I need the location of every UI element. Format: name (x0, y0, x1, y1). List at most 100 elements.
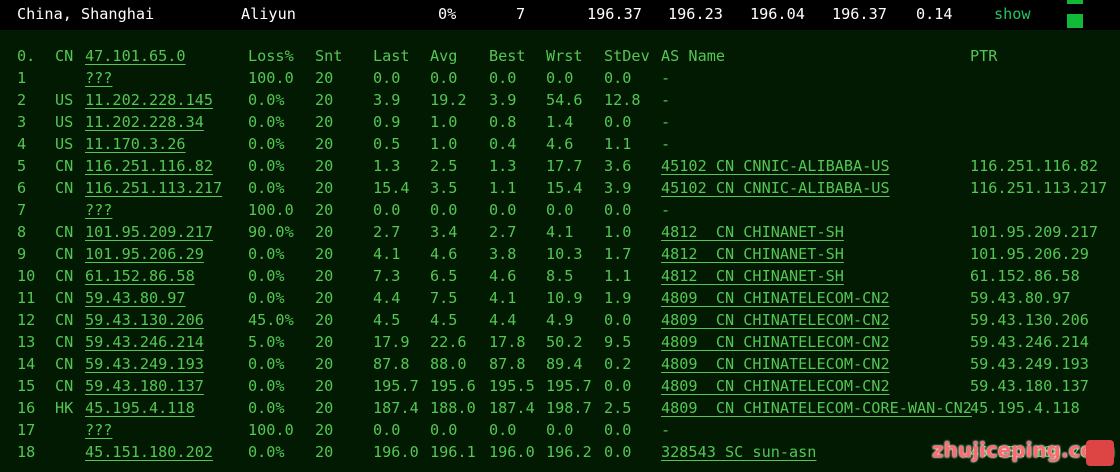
col-as-name: AS Name (661, 47, 726, 65)
hop-stdev: 1.1 (604, 267, 632, 285)
hop-best: 4.4 (489, 311, 517, 329)
hop-host-link[interactable]: 61.152.86.58 (85, 265, 195, 287)
hop-avg: 3.5 (430, 179, 458, 197)
hop-host-link[interactable]: 101.95.206.29 (85, 243, 204, 265)
hop-loss: 0.0% (248, 91, 285, 109)
hop-host-link[interactable]: ??? (85, 67, 112, 89)
hop-num: 13 (17, 333, 36, 351)
provider-label: Aliyun (241, 5, 296, 23)
hop-snt: 20 (315, 399, 334, 417)
hop-num: 6 (17, 179, 27, 197)
hop-loss: 5.0% (248, 333, 285, 351)
hop-snt: 20 (315, 157, 334, 175)
hop-as-link[interactable]: 328543 SC sun-asn (661, 441, 816, 463)
hop-host-link[interactable]: ??? (85, 199, 112, 221)
hop-wrst: 89.4 (546, 355, 583, 373)
hop-host-link[interactable]: 116.251.116.82 (85, 155, 213, 177)
hop-avg: 195.6 (430, 377, 476, 395)
hop-host-link[interactable]: 116.251.113.217 (85, 177, 222, 199)
hop-ptr: 101.95.206.29 (970, 245, 1089, 263)
hop-as-link[interactable]: 4812 CN CHINANET-SH (661, 221, 844, 243)
hop-host-link[interactable]: 59.43.249.193 (85, 353, 204, 375)
hop-ptr: 116.251.113.217 (970, 179, 1108, 197)
hop-num: 4 (17, 135, 27, 153)
hop-wrst: 10.3 (546, 245, 583, 263)
hop-wrst: 4.1 (546, 223, 574, 241)
hop-last: 15.4 (373, 179, 410, 197)
hop-as-link[interactable]: 4809 CN CHINATELECOM-CN2 (661, 353, 890, 375)
hop-as-link[interactable]: 45102 CN CNNIC-ALIBABA-US (661, 155, 890, 177)
location-label: China, Shanghai (17, 5, 155, 23)
hop-avg: 3.4 (430, 223, 458, 241)
hop-as: - (661, 69, 671, 87)
hop-host-link[interactable]: 59.43.180.137 (85, 375, 204, 397)
hop-row: 3 US 11.202.228.34 0.0% 20 0.9 1.0 0.8 1.4 0.0 - (0, 111, 1120, 133)
hop-loss: 0.0% (248, 289, 285, 307)
hop-row: 7??? 100.0 20 0.0 0.0 0.0 0.0 0.0 - (0, 199, 1120, 221)
hop-last: 0.0 (373, 201, 401, 219)
hop-snt: 20 (315, 267, 334, 285)
hop-host-link[interactable]: 11.202.228.34 (85, 111, 204, 133)
hop-wrst: 8.5 (546, 267, 574, 285)
hop-cc: US (55, 91, 74, 109)
hop-host-link[interactable]: 45.195.4.118 (85, 397, 195, 419)
hop-best: 3.9 (489, 91, 517, 109)
hop-stdev: 0.0 (604, 69, 632, 87)
hop-snt: 20 (315, 311, 334, 329)
loss-value: 0% (438, 5, 457, 23)
hop-avg: 4.6 (430, 245, 458, 263)
hop-ptr: 59.43.249.193 (970, 355, 1089, 373)
hop-as-link[interactable]: 4809 CN CHINATELECOM-CN2 (661, 375, 890, 397)
hop-wrst: 17.7 (546, 157, 583, 175)
hop-as-link[interactable]: 4809 CN CHINATELECOM-CORE-WAN-CN2 (661, 397, 972, 419)
hop-as-link[interactable]: 45102 CN CNNIC-ALIBABA-US (661, 177, 890, 199)
hop-host-link[interactable]: 11.202.228.145 (85, 89, 213, 111)
hop-wrst: 10.9 (546, 289, 583, 307)
hop-row: 2 US 11.202.228.145 0.0% 20 3.9 19.2 3.9 54.6 12.… (0, 89, 1120, 111)
hop-snt: 20 (315, 179, 334, 197)
hop-loss: 0.0% (248, 135, 285, 153)
hop-as-link[interactable]: 4809 CN CHINATELECOM-CN2 (661, 287, 890, 309)
hop-as-link[interactable]: 4809 CN CHINATELECOM-CN2 (661, 331, 890, 353)
hop-avg: 0.0 (430, 69, 458, 87)
hop-snt: 20 (315, 201, 334, 219)
hop-wrst: 50.2 (546, 333, 583, 351)
hop-stdev: 3.9 (604, 179, 632, 197)
hop-num: 14 (17, 355, 36, 373)
hop-wrst: 196.2 (546, 443, 592, 461)
hop-ptr: 59.43.180.137 (970, 377, 1089, 395)
hop-stdev: 0.0 (604, 201, 632, 219)
hop-as-link[interactable]: 4812 CN CHINANET-SH (661, 243, 844, 265)
hop-host-link[interactable]: ??? (85, 419, 112, 441)
hop-best: 4.1 (489, 289, 517, 307)
hop-host-link[interactable]: 11.170.3.26 (85, 133, 186, 155)
show-link[interactable]: show (994, 5, 1031, 23)
hop-host-link[interactable]: 45.151.180.202 (85, 441, 213, 463)
hop-snt: 20 (315, 223, 334, 241)
hop-last: 7.3 (373, 267, 401, 285)
hop-host-link[interactable]: 59.43.80.97 (85, 287, 186, 309)
hop-ptr: 59.43.130.206 (970, 311, 1089, 329)
hop-loss: 0.0% (248, 179, 285, 197)
hop-host-link[interactable]: 101.95.209.217 (85, 221, 213, 243)
hop-wrst: 15.4 (546, 179, 583, 197)
hop-as-link[interactable]: 4809 CN CHINATELECOM-CN2 (661, 309, 890, 331)
hop-row: 1??? 100.0 20 0.0 0.0 0.0 0.0 0.0 - (0, 67, 1120, 89)
hop-best: 2.7 (489, 223, 517, 241)
hop-avg: 1.0 (430, 113, 458, 131)
col-last: Last (373, 47, 410, 65)
hop-loss: 0.0% (248, 113, 285, 131)
origin-host-link[interactable]: 47.101.65.0 (85, 45, 186, 67)
hop-best: 17.8 (489, 333, 526, 351)
hop-num: 10 (17, 267, 36, 285)
col-loss: Loss% (248, 47, 294, 65)
hop-host-link[interactable]: 59.43.246.214 (85, 331, 204, 353)
hop-as-link[interactable]: 4812 CN CHINANET-SH (661, 265, 844, 287)
hop-stdev: 3.6 (604, 157, 632, 175)
hop-row: 8 CN 101.95.209.217 90.0% 20 2.7 3.4 2.7 4.1 1.0 4… (0, 221, 1120, 243)
hop-avg: 196.1 (430, 443, 476, 461)
hop-best: 1.3 (489, 157, 517, 175)
hop-host-link[interactable]: 59.43.130.206 (85, 309, 204, 331)
hop-avg: 19.2 (430, 91, 467, 109)
hop-loss: 100.0 (248, 421, 294, 439)
